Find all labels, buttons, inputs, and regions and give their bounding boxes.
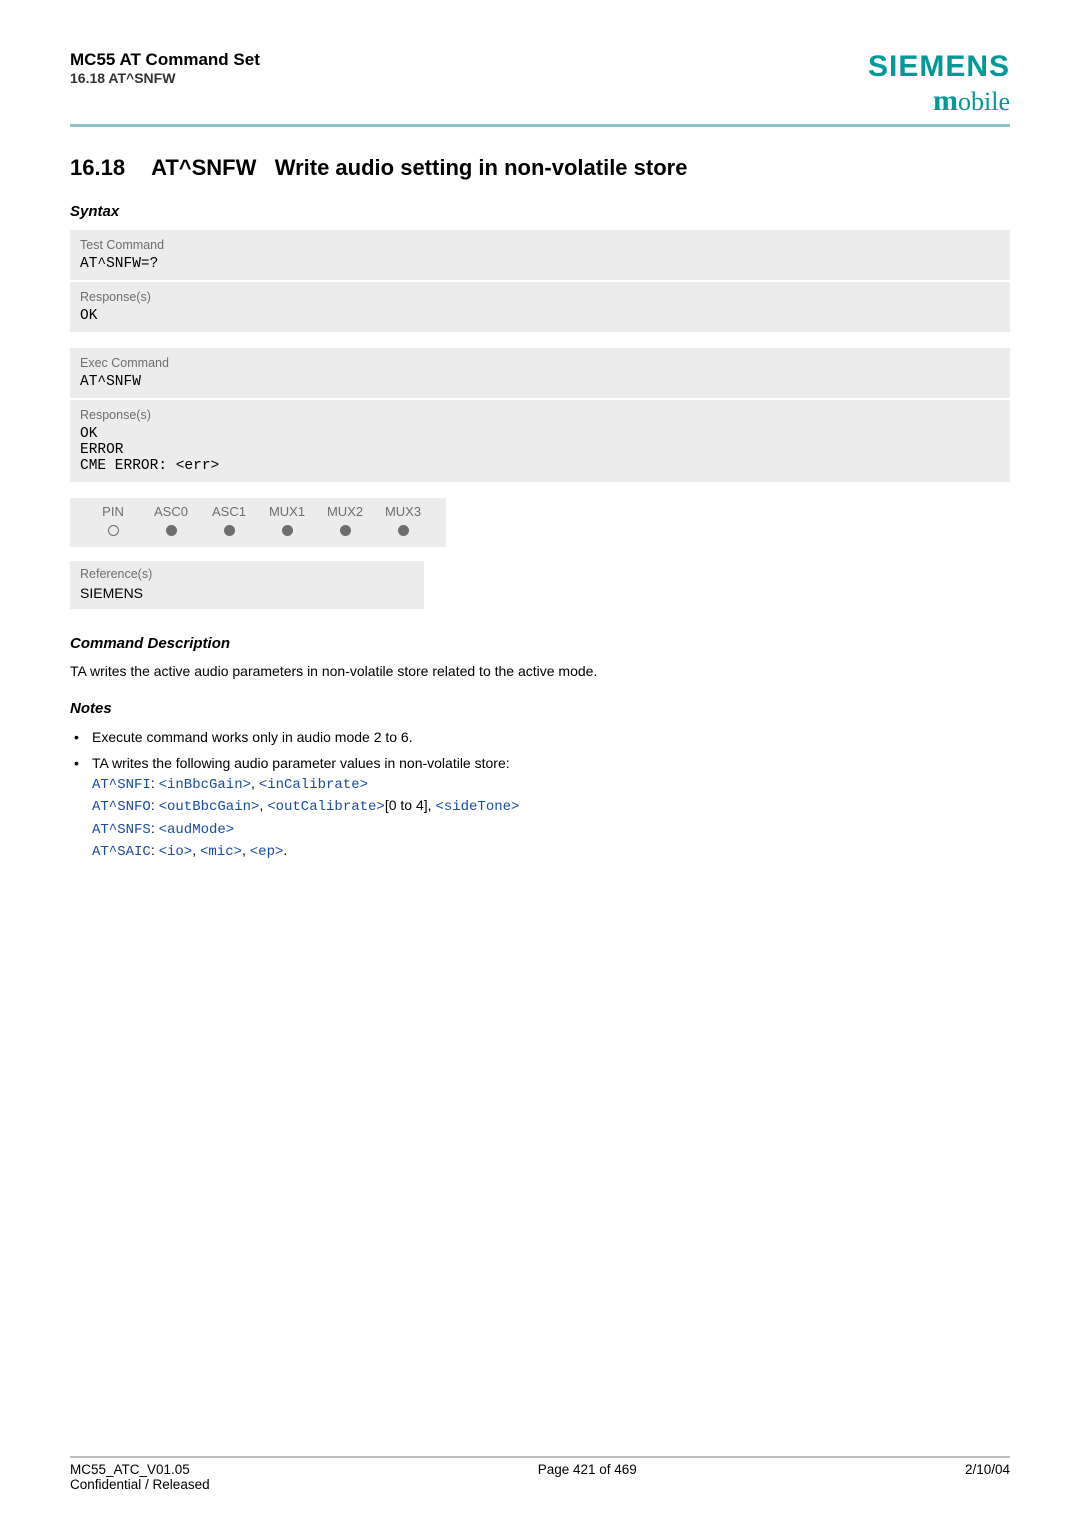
- test-response-code: OK: [80, 308, 1000, 324]
- chan-h-mux2: MUX2: [316, 504, 374, 519]
- footer-date: 2/10/04: [965, 1462, 1010, 1492]
- channel-dot-row: [84, 519, 432, 539]
- note-2-intro: TA writes the following audio parameter …: [92, 755, 510, 771]
- link-io[interactable]: <io>: [159, 844, 193, 860]
- note-1-text: Execute command works only in audio mode…: [92, 729, 413, 745]
- exec-response-box: Response(s) OK ERROR CME ERROR: <err>: [70, 400, 1010, 482]
- chan-h-mux1: MUX1: [258, 504, 316, 519]
- test-command-label: Test Command: [80, 238, 1000, 252]
- dot-mux2: [316, 519, 374, 539]
- link-sidetone[interactable]: <sideTone>: [435, 799, 519, 815]
- channel-header-row: PIN ASC0 ASC1 MUX1 MUX2 MUX3: [84, 504, 432, 519]
- exec-response-l3: CME ERROR: <err>: [80, 458, 1000, 474]
- command-description-text: TA writes the active audio parameters in…: [70, 662, 1010, 682]
- chan-h-asc0: ASC0: [142, 504, 200, 519]
- syntax-heading: Syntax: [70, 203, 1010, 220]
- dot-asc1: [200, 519, 258, 539]
- dot-asc0: [142, 519, 200, 539]
- test-response-label: Response(s): [80, 290, 1000, 304]
- circle-filled-icon: [166, 525, 177, 536]
- page-footer: MC55_ATC_V01.05 Confidential / Released …: [70, 1456, 1010, 1492]
- link-snfo[interactable]: AT^SNFO: [92, 799, 151, 815]
- exec-response-l2: ERROR: [80, 442, 1000, 458]
- link-snfi[interactable]: AT^SNFI: [92, 777, 151, 793]
- dot-mux1: [258, 519, 316, 539]
- mobile-rest: obile: [958, 87, 1010, 116]
- link-snfs[interactable]: AT^SNFS: [92, 822, 151, 838]
- mobile-m-letter: m: [933, 84, 958, 117]
- note-item-2: TA writes the following audio parameter …: [70, 753, 1010, 862]
- link-incalibrate[interactable]: <inCalibrate>: [259, 777, 368, 793]
- notes-heading: Notes: [70, 700, 1010, 717]
- link-outbbcgain[interactable]: <outBbcGain>: [159, 799, 260, 815]
- header-divider: [70, 124, 1010, 127]
- page-header: MC55 AT Command Set 16.18 AT^SNFW SIEMEN…: [70, 50, 1010, 118]
- link-ep[interactable]: <ep>: [250, 844, 284, 860]
- circle-empty-icon: [108, 525, 119, 536]
- section-cmd: AT^SNFW: [151, 155, 256, 180]
- reference-value: SIEMENS: [80, 585, 414, 601]
- reference-box: Reference(s) SIEMENS: [70, 561, 424, 609]
- siemens-wordmark: SIEMENS: [868, 50, 1010, 84]
- header-left: MC55 AT Command Set 16.18 AT^SNFW: [70, 50, 260, 86]
- section-heading: 16.18 AT^SNFW Write audio setting in non-…: [70, 155, 1010, 181]
- note-2-mid: [0 to 4],: [385, 797, 436, 813]
- test-response-box: Response(s) OK: [70, 282, 1010, 332]
- footer-divider: [70, 1456, 1010, 1458]
- command-description-heading: Command Description: [70, 635, 1010, 652]
- note-item-1: Execute command works only in audio mode…: [70, 727, 1010, 747]
- reference-label: Reference(s): [80, 567, 414, 581]
- footer-row: MC55_ATC_V01.05 Confidential / Released …: [70, 1462, 1010, 1492]
- brand-logo: SIEMENS mobile: [868, 50, 1010, 118]
- footer-page: Page 421 of 469: [538, 1462, 637, 1492]
- circle-filled-icon: [340, 525, 351, 536]
- link-audmode[interactable]: <audMode>: [159, 822, 235, 838]
- chan-h-mux3: MUX3: [374, 504, 432, 519]
- link-outcalibrate[interactable]: <outCalibrate>: [267, 799, 385, 815]
- channel-support-table: PIN ASC0 ASC1 MUX1 MUX2 MUX3: [70, 498, 446, 547]
- link-saic[interactable]: AT^SAIC: [92, 844, 151, 860]
- link-inbbcgain[interactable]: <inBbcGain>: [159, 777, 251, 793]
- footer-left: MC55_ATC_V01.05 Confidential / Released: [70, 1462, 210, 1492]
- section-number: 16.18: [70, 155, 125, 181]
- test-command-box: Test Command AT^SNFW=?: [70, 230, 1010, 280]
- exec-command-code: AT^SNFW: [80, 374, 1000, 390]
- footer-confidential: Confidential / Released: [70, 1477, 210, 1492]
- doc-title: MC55 AT Command Set: [70, 50, 260, 70]
- circle-filled-icon: [224, 525, 235, 536]
- doc-subtitle: 16.18 AT^SNFW: [70, 70, 260, 86]
- mobile-wordmark: mobile: [868, 84, 1010, 118]
- link-mic[interactable]: <mic>: [200, 844, 242, 860]
- exec-command-box: Exec Command AT^SNFW: [70, 348, 1010, 398]
- chan-h-pin: PIN: [84, 504, 142, 519]
- chan-h-asc1: ASC1: [200, 504, 258, 519]
- dot-pin: [84, 519, 142, 539]
- circle-filled-icon: [398, 525, 409, 536]
- test-command-code: AT^SNFW=?: [80, 256, 1000, 272]
- exec-command-label: Exec Command: [80, 356, 1000, 370]
- circle-filled-icon: [282, 525, 293, 536]
- exec-response-label: Response(s): [80, 408, 1000, 422]
- footer-version: MC55_ATC_V01.05: [70, 1462, 190, 1477]
- section-desc: Write audio setting in non-volatile stor…: [275, 155, 688, 180]
- dot-mux3: [374, 519, 432, 539]
- notes-list: Execute command works only in audio mode…: [70, 727, 1010, 863]
- exec-response-l1: OK: [80, 426, 1000, 442]
